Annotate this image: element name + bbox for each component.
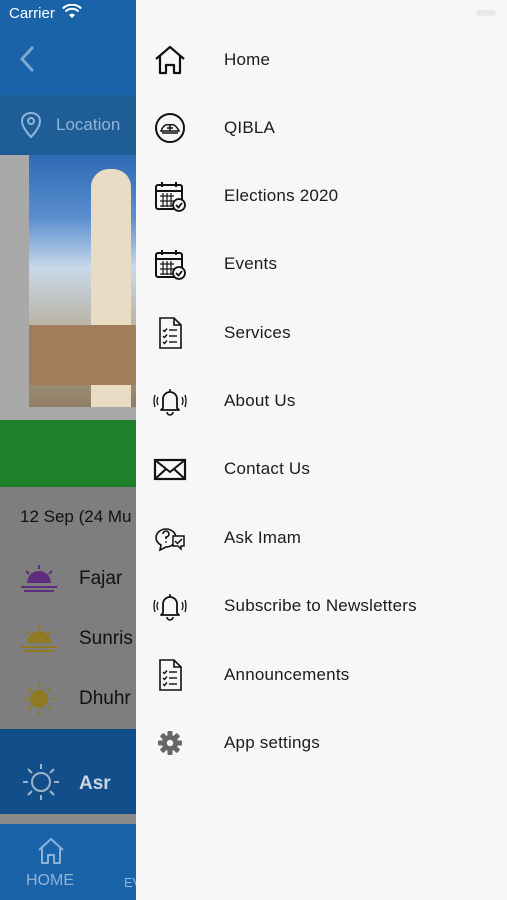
menu-item-ask-imam[interactable]: Ask Imam	[136, 504, 507, 572]
menu-item-label: Events	[224, 254, 278, 273]
sunrise-icon	[21, 625, 57, 652]
menu-item-qibla[interactable]: QIBLA	[136, 94, 507, 162]
gear-icon	[158, 731, 182, 755]
sun-icon	[23, 764, 59, 800]
envelope-icon	[153, 458, 187, 481]
menu-item-subscribe-newsletters[interactable]: Subscribe to Newsletters	[136, 572, 507, 640]
menu-item-announcements[interactable]: Announcements	[136, 641, 507, 709]
menu-item-label: Subscribe to Newsletters	[224, 596, 417, 615]
prayer-name: Dhuhr	[79, 688, 131, 709]
menu-item-services[interactable]: Services	[136, 299, 507, 367]
status-indicator	[476, 10, 496, 16]
location-pin-icon	[20, 111, 42, 139]
wifi-icon	[62, 4, 82, 18]
compass-icon	[155, 113, 185, 143]
next-prayer-banner	[0, 420, 136, 487]
prayer-name: Asr	[79, 773, 111, 794]
home-icon[interactable]	[36, 836, 66, 866]
calendar-check-icon	[155, 250, 186, 280]
menu-item-about-us[interactable]: About Us	[136, 367, 507, 435]
menu-item-events[interactable]: Events	[136, 230, 507, 298]
menu-item-elections-2020[interactable]: Elections 2020	[136, 162, 507, 230]
menu-item-label: Announcements	[224, 665, 350, 684]
menu-item-label: Ask Imam	[224, 528, 302, 547]
bell-icon	[153, 594, 187, 621]
menu-item-label: QIBLA	[224, 118, 276, 137]
menu-item-contact-us[interactable]: Contact Us	[136, 435, 507, 503]
location-label: Location	[56, 115, 121, 134]
prayer-row-dhuhr: Dhuhr	[0, 669, 136, 730]
calendar-check-icon	[155, 182, 186, 212]
prayer-row-sunrise: Sunris	[0, 609, 136, 670]
menu-item-home[interactable]: Home	[136, 26, 507, 94]
bell-icon	[153, 389, 187, 416]
tab-home[interactable]: HOME	[26, 872, 74, 890]
sunrise-icon	[21, 565, 57, 592]
menu-item-label: Services	[224, 323, 291, 342]
menu-item-label: App settings	[224, 733, 320, 752]
prayer-name: Sunris	[79, 628, 133, 649]
question-chat-icon	[155, 528, 185, 552]
checklist-icon	[159, 317, 182, 349]
tab-events[interactable]: EV	[124, 875, 136, 890]
home-icon	[155, 45, 185, 75]
date-text: 12 Sep (24 Mu	[20, 507, 132, 526]
checklist-icon	[159, 659, 182, 691]
menu-item-label: About Us	[224, 391, 296, 410]
back-arrow-icon[interactable]	[17, 44, 37, 74]
menu-item-label: Home	[224, 50, 271, 69]
menu-item-label: Elections 2020	[224, 186, 339, 205]
status-carrier: Carrier	[9, 5, 55, 22]
prayer-row-fajar: Fajar	[0, 549, 136, 610]
menu-item-label: Contact Us	[224, 459, 311, 478]
background-screen: Carrier Location 12 Sep (24 Mu Fajar Sun…	[0, 0, 136, 900]
current-prayer-row: Asr	[0, 729, 136, 814]
mosque-photo	[0, 155, 136, 420]
prayer-name: Fajar	[79, 568, 123, 589]
menu-item-app-settings[interactable]: App settings	[136, 709, 507, 777]
sun-icon	[23, 683, 55, 715]
